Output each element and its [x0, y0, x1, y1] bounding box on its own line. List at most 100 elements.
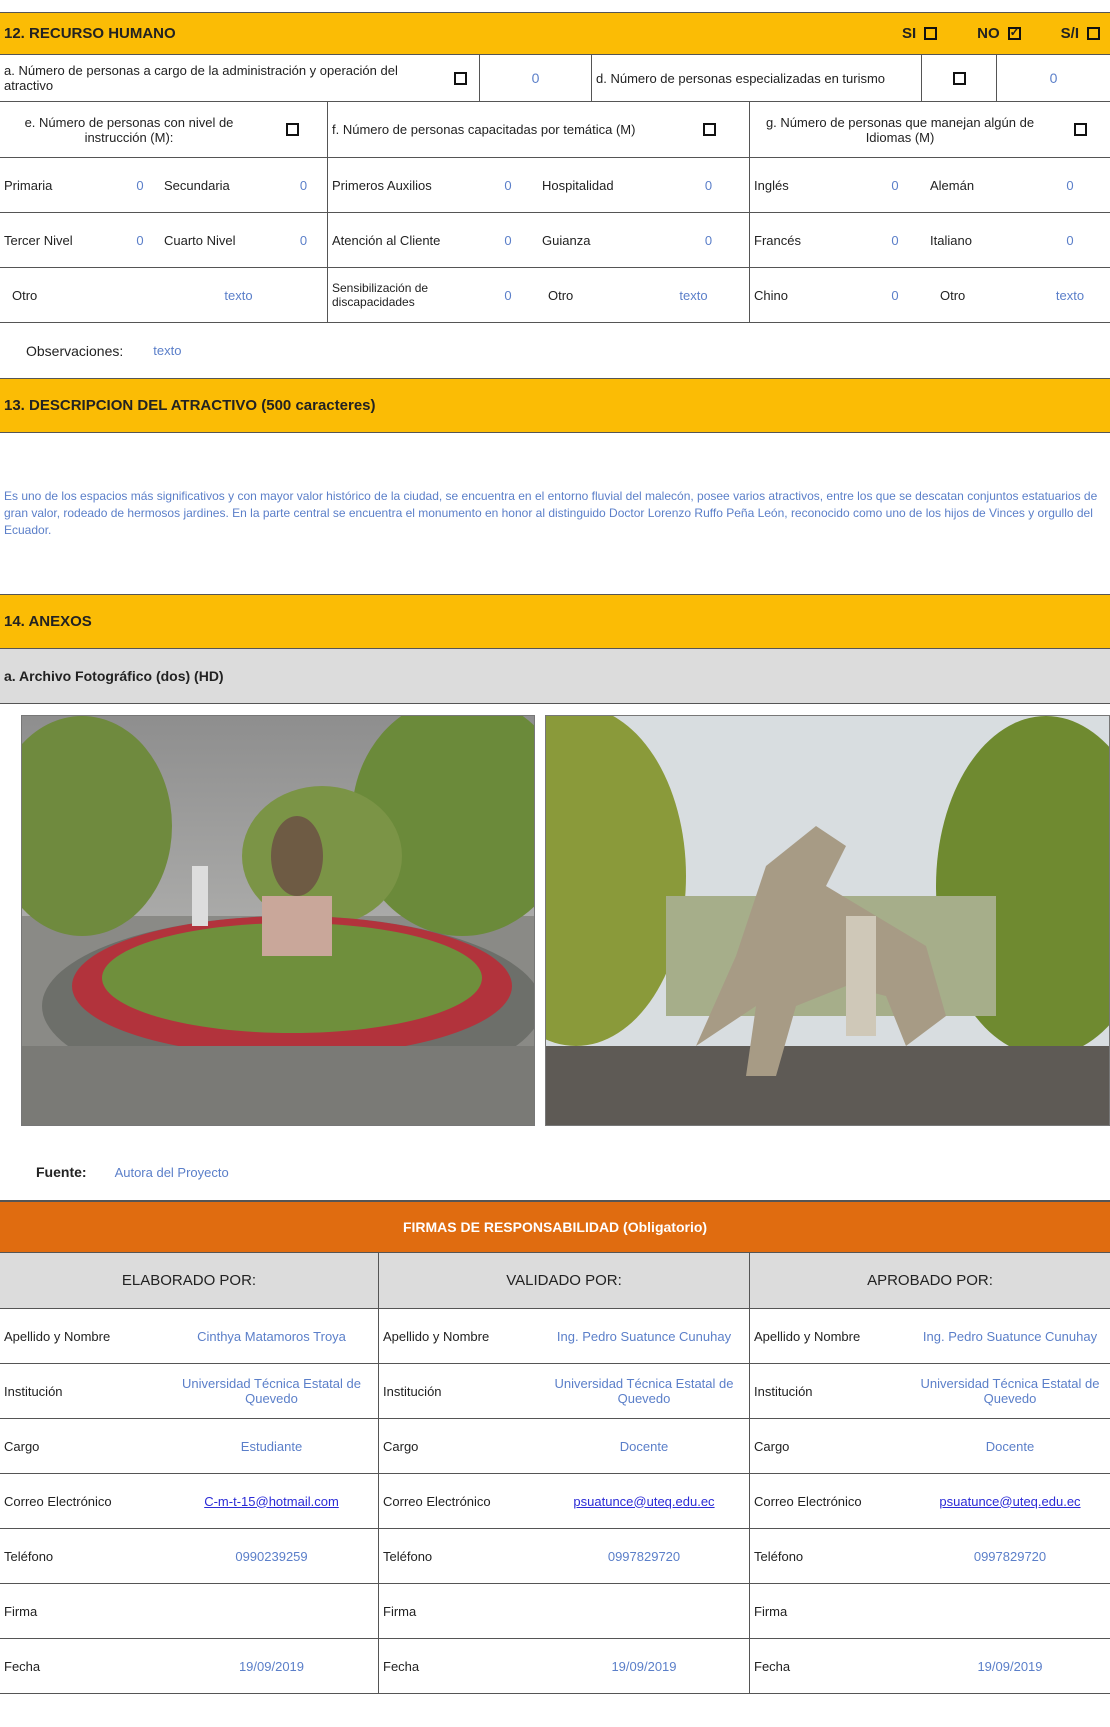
field-d-checkbox[interactable]: [952, 71, 966, 85]
cell-label: Tercer Nivel: [4, 232, 73, 248]
source-row: Fuente: Autora del Proyecto: [0, 1144, 1110, 1201]
cell-value[interactable]: 0: [504, 288, 511, 303]
row-label: Correo Electrónico: [383, 1493, 491, 1509]
validado-value[interactable]: Universidad Técnica Estatal de Quevedo: [543, 1376, 745, 1406]
cell-label: Primaria: [4, 177, 53, 193]
cell-value[interactable]: texto: [224, 288, 252, 303]
cell-label: Chino: [754, 287, 788, 303]
field-e-label: e. Número de personas con nivel de instr…: [24, 114, 234, 145]
cell-value[interactable]: 0: [504, 233, 511, 248]
aprobado-value[interactable]: Docente: [986, 1439, 1034, 1454]
row-observaciones: Observaciones: texto: [0, 323, 1110, 379]
firma-row-firma: Firma Firma Firma: [0, 1584, 1110, 1639]
aprobado-value[interactable]: 19/09/2019: [977, 1659, 1042, 1674]
validado-email-link[interactable]: psuatunce@uteq.edu.ec: [573, 1494, 714, 1509]
col-aprobado: APROBADO POR:: [867, 1272, 993, 1289]
validado-value[interactable]: Docente: [620, 1439, 668, 1454]
field-a-value[interactable]: 0: [532, 70, 540, 86]
row-label: Correo Electrónico: [4, 1493, 112, 1509]
field-e-checkbox[interactable]: [286, 123, 299, 136]
firma-row-nombre: Apellido y Nombre Cinthya Matamoros Troy…: [0, 1309, 1110, 1364]
aprobado-email-link[interactable]: psuatunce@uteq.edu.ec: [939, 1494, 1080, 1509]
row-e-f-g: e. Número de personas con nivel de instr…: [0, 102, 1110, 158]
fuente-value[interactable]: Autora del Proyecto: [115, 1165, 229, 1180]
row-label: Apellido y Nombre: [383, 1328, 490, 1344]
cell-value[interactable]: 0: [504, 178, 511, 193]
row-label: Cargo: [383, 1438, 419, 1454]
row-primaria: Primaria 0 Secundaria 0 Primeros Auxilio…: [0, 158, 1110, 213]
row-label: Cargo: [754, 1438, 790, 1454]
firma-row-correo: Correo Electrónico C-m-t-15@hotmail.com …: [0, 1474, 1110, 1529]
photo-2-image: [546, 716, 1109, 1125]
row-tercer-nivel: Tercer Nivel 0 Cuarto Nivel 0 Atención a…: [0, 213, 1110, 268]
row-label: Fecha: [383, 1658, 420, 1674]
row-label: Apellido y Nombre: [4, 1328, 111, 1344]
description-text[interactable]: Es uno de los espacios más significativo…: [4, 488, 1108, 539]
firma-row-institucion: Institución Universidad Técnica Estatal …: [0, 1364, 1110, 1419]
cell-value[interactable]: 0: [705, 233, 712, 248]
aprobado-value[interactable]: 0997829720: [974, 1549, 1046, 1564]
photo-archive-header: a. Archivo Fotográfico (dos) (HD): [0, 649, 1110, 704]
validado-value[interactable]: Ing. Pedro Suatunce Cunuhay: [557, 1329, 731, 1344]
no-label: NO: [977, 25, 1000, 42]
si-label: SI: [901, 25, 917, 42]
field-f-checkbox[interactable]: [703, 123, 716, 136]
field-g-checkbox[interactable]: [1073, 123, 1087, 136]
aprobado-value[interactable]: Universidad Técnica Estatal de Quevedo: [914, 1376, 1106, 1406]
row-label: Teléfono: [4, 1548, 54, 1564]
observaciones-value[interactable]: texto: [153, 343, 181, 358]
firma-row-cargo: Cargo Estudiante Cargo Docente Cargo Doc…: [0, 1419, 1110, 1474]
row-a-d: a. Número de personas a cargo de la admi…: [0, 55, 1110, 102]
cell-value[interactable]: 0: [136, 178, 143, 193]
row-label: Firma: [4, 1603, 38, 1619]
field-a-label: a. Número de personas a cargo de la admi…: [4, 63, 398, 93]
form-page: 12. RECURSO HUMANO SI NO S/I a. Número d…: [0, 12, 1110, 1694]
cell-label: Francés: [754, 232, 801, 248]
cell-value[interactable]: 0: [300, 233, 307, 248]
validado-value[interactable]: 0997829720: [608, 1549, 680, 1564]
cell-label: Otro: [12, 287, 38, 303]
elaborado-email-link[interactable]: C-m-t-15@hotmail.com: [204, 1494, 339, 1509]
cell-value[interactable]: texto: [1056, 288, 1084, 303]
cell-value[interactable]: 0: [300, 178, 307, 193]
cell-value[interactable]: 0: [891, 178, 898, 193]
elaborado-value[interactable]: Cinthya Matamoros Troya: [197, 1329, 346, 1344]
section-12-header: 12. RECURSO HUMANO SI NO S/I: [0, 12, 1110, 55]
row-label: Apellido y Nombre: [754, 1328, 861, 1344]
cell-value[interactable]: 0: [136, 233, 143, 248]
sin-info-checkbox[interactable]: [1087, 27, 1100, 40]
row-label: Firma: [754, 1603, 788, 1619]
cell-value[interactable]: 0: [891, 288, 898, 303]
photo-1-image: [22, 716, 534, 1125]
cell-value[interactable]: 0: [1066, 178, 1073, 193]
firma-row-telefono: Teléfono 0990239259 Teléfono 0997829720 …: [0, 1529, 1110, 1584]
cell-value[interactable]: 0: [1066, 233, 1073, 248]
elaborado-value[interactable]: 0990239259: [235, 1549, 307, 1564]
cell-label: Hospitalidad: [542, 177, 614, 193]
elaborado-value[interactable]: Estudiante: [241, 1439, 302, 1454]
row-label: Teléfono: [383, 1548, 433, 1564]
elaborado-value[interactable]: Universidad Técnica Estatal de Quevedo: [169, 1376, 374, 1406]
si-checkbox[interactable]: [924, 27, 938, 40]
cell-value[interactable]: 0: [705, 178, 712, 193]
aprobado-value[interactable]: Ing. Pedro Suatunce Cunuhay: [923, 1329, 1097, 1344]
elaborado-value[interactable]: 19/09/2019: [239, 1659, 304, 1674]
validado-value[interactable]: 19/09/2019: [611, 1659, 676, 1674]
firmas-columns: ELABORADO POR: VALIDADO POR: APROBADO PO…: [0, 1253, 1110, 1309]
row-label: Institución: [383, 1383, 442, 1399]
cell-value[interactable]: 0: [891, 233, 898, 248]
field-a-checkbox[interactable]: [454, 71, 467, 85]
field-d-value[interactable]: 0: [1050, 70, 1058, 86]
photo-area: [0, 704, 1110, 1144]
photo-archive-title: a. Archivo Fotográfico (dos) (HD): [4, 668, 224, 684]
cell-value[interactable]: texto: [679, 288, 707, 303]
firmas-title: FIRMAS DE RESPONSABILIDAD (Obligatorio): [402, 1219, 708, 1235]
no-checkbox[interactable]: [1007, 25, 1021, 40]
row-label: Institución: [4, 1383, 63, 1399]
col-elaborado: ELABORADO POR:: [121, 1272, 257, 1289]
firmas-table: Apellido y Nombre Cinthya Matamoros Troy…: [0, 1309, 1110, 1694]
row-label: Firma: [383, 1603, 417, 1619]
section-13-title: 13. DESCRIPCION DEL ATRACTIVO (500 carac…: [4, 397, 376, 414]
cell-label: Alemán: [930, 177, 975, 193]
row-label: Cargo: [4, 1438, 40, 1454]
